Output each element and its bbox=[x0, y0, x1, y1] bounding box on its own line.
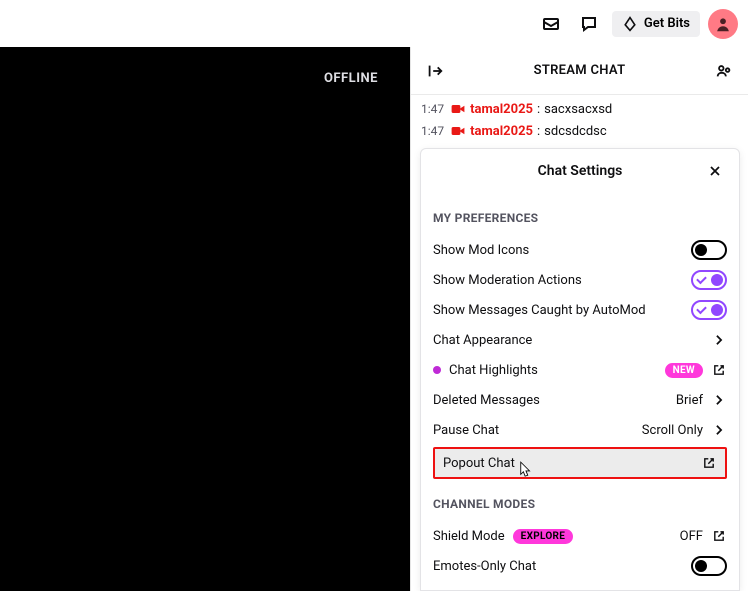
toggle-show-mod-actions[interactable] bbox=[691, 270, 727, 290]
settings-title: Chat Settings bbox=[457, 163, 703, 179]
external-link-icon bbox=[711, 528, 727, 544]
bits-icon bbox=[622, 16, 638, 32]
row-label: Chat Appearance bbox=[433, 333, 532, 348]
chevron-right-icon bbox=[711, 422, 727, 438]
row-label: Chat Highlights bbox=[449, 363, 538, 378]
get-bits-button[interactable]: Get Bits bbox=[612, 11, 700, 37]
msg-time: 1:47 bbox=[421, 102, 444, 116]
msg-text: sdcsdcdsc bbox=[544, 124, 607, 139]
collapse-chat-icon[interactable] bbox=[421, 57, 449, 85]
row-label: Emotes-Only Chat bbox=[433, 559, 536, 574]
highlight-dot-icon bbox=[433, 366, 441, 374]
msg-text: sacxsacxsd bbox=[544, 102, 612, 117]
broadcaster-icon bbox=[450, 123, 466, 139]
external-link-icon bbox=[711, 362, 727, 378]
row-value: Brief bbox=[676, 393, 703, 408]
row-followers-only[interactable]: Followers-Only Chat OFF bbox=[433, 581, 727, 590]
chat-header: STREAM CHAT bbox=[411, 47, 748, 95]
chat-messages: 1:47 tamal2025: sacxsacxsd 1:47 tamal202… bbox=[411, 95, 748, 145]
chat-settings-panel: Chat Settings MY PREFERENCES Show Mod Ic… bbox=[420, 148, 740, 591]
chevron-right-icon bbox=[711, 392, 727, 408]
row-label: Show Mod Icons bbox=[433, 243, 529, 258]
row-value: OFF bbox=[680, 529, 703, 544]
inbox-icon[interactable] bbox=[536, 9, 566, 39]
offline-label: OFFLINE bbox=[324, 71, 378, 86]
get-bits-label: Get Bits bbox=[644, 16, 690, 31]
user-icon bbox=[714, 15, 732, 33]
new-badge: NEW bbox=[665, 363, 703, 378]
cursor-icon bbox=[519, 461, 533, 479]
toggle-show-automod[interactable] bbox=[691, 300, 727, 320]
row-label: Show Messages Caught by AutoMod bbox=[433, 303, 646, 318]
top-bar: Get Bits bbox=[0, 0, 748, 47]
whispers-icon[interactable] bbox=[574, 9, 604, 39]
row-show-mod-icons: Show Mod Icons bbox=[433, 235, 727, 265]
chat-title: STREAM CHAT bbox=[449, 63, 710, 78]
row-value: Scroll Only bbox=[642, 423, 703, 438]
avatar[interactable] bbox=[708, 9, 738, 39]
row-label: Pause Chat bbox=[433, 423, 499, 438]
community-icon[interactable] bbox=[710, 57, 738, 85]
row-deleted-messages[interactable]: Deleted Messages Brief bbox=[433, 385, 727, 415]
external-link-icon bbox=[701, 455, 717, 471]
msg-time: 1:47 bbox=[421, 124, 444, 138]
msg-user[interactable]: tamal2025 bbox=[470, 124, 533, 139]
row-value: OFF bbox=[680, 589, 703, 591]
row-label: Show Moderation Actions bbox=[433, 273, 582, 288]
chat-message: 1:47 tamal2025: sacxsacxsd bbox=[421, 101, 738, 117]
explore-badge: EXPLORE bbox=[513, 529, 574, 544]
chat-message: 1:47 tamal2025: sdcsdcdsc bbox=[421, 123, 738, 139]
row-popout-chat[interactable]: Popout Chat bbox=[433, 447, 727, 479]
row-show-mod-actions: Show Moderation Actions bbox=[433, 265, 727, 295]
broadcaster-icon bbox=[450, 101, 466, 117]
chevron-right-icon bbox=[711, 332, 727, 348]
row-label: Followers-Only Chat bbox=[433, 589, 548, 591]
section-my-preferences: MY PREFERENCES bbox=[433, 211, 727, 225]
row-chat-appearance[interactable]: Chat Appearance bbox=[433, 325, 727, 355]
row-chat-highlights[interactable]: Chat Highlights NEW bbox=[433, 355, 727, 385]
row-show-automod: Show Messages Caught by AutoMod bbox=[433, 295, 727, 325]
settings-body: MY PREFERENCES Show Mod Icons Show Moder… bbox=[421, 193, 739, 590]
row-label: Deleted Messages bbox=[433, 393, 540, 408]
row-shield-mode[interactable]: Shield Mode EXPLORE OFF bbox=[433, 521, 727, 551]
close-icon[interactable] bbox=[703, 159, 727, 183]
row-pause-chat[interactable]: Pause Chat Scroll Only bbox=[433, 415, 727, 445]
settings-header: Chat Settings bbox=[421, 149, 739, 193]
chevron-right-icon bbox=[711, 588, 727, 590]
video-player: OFFLINE bbox=[0, 47, 410, 591]
row-label: Shield Mode bbox=[433, 529, 505, 544]
row-label: Popout Chat bbox=[443, 456, 515, 471]
toggle-show-mod-icons[interactable] bbox=[691, 240, 727, 260]
section-channel-modes: CHANNEL MODES bbox=[433, 497, 727, 511]
msg-user[interactable]: tamal2025 bbox=[470, 102, 533, 117]
row-emotes-only: Emotes-Only Chat bbox=[433, 551, 727, 581]
toggle-emotes-only[interactable] bbox=[691, 556, 727, 576]
